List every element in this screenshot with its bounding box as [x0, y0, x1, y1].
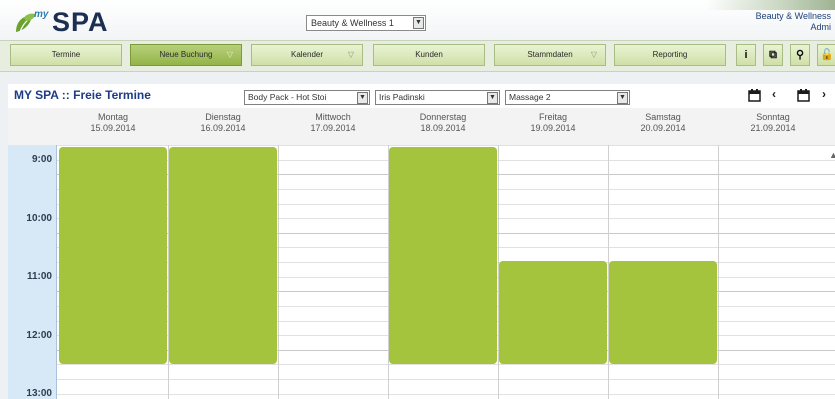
day-header: Mittwoch 17.09.2014 — [278, 112, 388, 134]
select-arrow-icon: ▼ — [617, 92, 628, 104]
nav-neue-buchung[interactable]: Neue Buchung ▽ — [130, 44, 242, 66]
day-header: Samstag 20.09.2014 — [608, 112, 718, 134]
nav-kunden[interactable]: Kunden — [373, 44, 485, 66]
time-label: 12:00 — [26, 329, 52, 341]
day-header: Montag 15.09.2014 — [58, 112, 168, 134]
service-filter-select[interactable]: Body Pack - Hot Stoi ▼ — [244, 90, 370, 105]
day-name: Montag — [97, 112, 129, 122]
room-filter-value: Massage 2 — [509, 92, 551, 102]
copy-icon[interactable]: ⧉ — [763, 44, 783, 66]
time-label: 13:00 — [26, 388, 52, 399]
day-name: Freitag — [538, 112, 567, 122]
logo-spa: SPA — [52, 7, 109, 37]
nav-reporting[interactable]: Reporting — [614, 44, 726, 66]
day-date: 16.09.2014 — [200, 123, 246, 133]
dropdown-chevron-icon: ▽ — [226, 50, 233, 59]
day-header: Dienstag 16.09.2014 — [168, 112, 278, 134]
day-name: Dienstag — [205, 112, 241, 122]
free-slot[interactable] — [59, 147, 167, 364]
select-arrow-icon: ▼ — [487, 92, 498, 104]
employee-filter-select[interactable]: Iris Padinski ▼ — [375, 90, 500, 105]
dropdown-chevron-icon: ▽ — [347, 50, 354, 59]
day-date: 18.09.2014 — [420, 123, 466, 133]
service-filter-value: Body Pack - Hot Stoi — [248, 92, 327, 102]
unlock-icon[interactable]: 🔓 — [817, 44, 835, 66]
nav-kalender[interactable]: Kalender ▽ — [251, 44, 363, 66]
calendar-next-icon[interactable] — [797, 89, 810, 102]
dropdown-chevron-icon: ▽ — [590, 50, 597, 59]
workspace-select[interactable]: Beauty & Wellness 1 ▼ — [306, 15, 426, 31]
user-workspace: Beauty & Wellness — [755, 11, 831, 21]
nav-label: Termine — [51, 50, 81, 59]
day-name: Donnerstag — [419, 112, 467, 122]
free-slot[interactable] — [169, 147, 277, 364]
day-header: Donnerstag 18.09.2014 — [388, 112, 498, 134]
time-label: 11:00 — [26, 271, 52, 282]
calendar-prev-icon[interactable] — [748, 89, 761, 102]
workspace-select-value: Beauty & Wellness 1 — [311, 18, 394, 28]
day-divider — [278, 145, 279, 399]
room-filter-select[interactable]: Massage 2 ▼ — [505, 90, 630, 105]
day-name: Mittwoch — [315, 112, 351, 122]
day-date: 21.09.2014 — [750, 123, 796, 133]
scrollbar[interactable]: ▲ — [829, 150, 835, 160]
day-name: Samstag — [645, 112, 681, 122]
day-date: 19.09.2014 — [530, 123, 576, 133]
header-photo — [706, 0, 835, 10]
time-label: 10:00 — [26, 212, 52, 224]
employee-filter-value: Iris Padinski — [379, 92, 425, 102]
prev-week-icon[interactable]: ‹ — [772, 87, 776, 101]
select-arrow-icon: ▼ — [357, 92, 368, 104]
info-icon[interactable]: i — [736, 44, 756, 66]
key-icon[interactable]: ⚲ — [790, 44, 810, 66]
free-slot[interactable] — [389, 147, 497, 364]
nav-termine[interactable]: Termine — [10, 44, 122, 66]
day-date: 17.09.2014 — [310, 123, 356, 133]
nav-label: Stammdaten — [527, 50, 573, 59]
nav-label: Kalender — [290, 50, 324, 59]
day-date: 15.09.2014 — [90, 123, 136, 133]
free-slot[interactable] — [609, 261, 717, 364]
next-week-icon[interactable]: › — [822, 87, 826, 101]
time-label: 9:00 — [31, 154, 52, 165]
day-name: Sonntag — [756, 112, 790, 122]
day-header: Sonntag 21.09.2014 — [718, 112, 828, 134]
free-slot[interactable] — [499, 261, 607, 364]
select-arrow-icon: ▼ — [413, 17, 424, 29]
nav-stammdaten[interactable]: Stammdaten ▽ — [494, 44, 606, 66]
day-date: 20.09.2014 — [640, 123, 686, 133]
page-title: MY SPA :: Freie Termine — [14, 88, 151, 102]
nav-label: Neue Buchung — [159, 50, 213, 59]
day-divider — [718, 145, 719, 399]
day-header: Freitag 19.09.2014 — [498, 112, 608, 134]
nav-label: Kunden — [415, 50, 443, 59]
user-role: Admi — [810, 22, 831, 32]
logo-my: my — [34, 9, 49, 20]
nav-label: Reporting — [652, 50, 688, 59]
